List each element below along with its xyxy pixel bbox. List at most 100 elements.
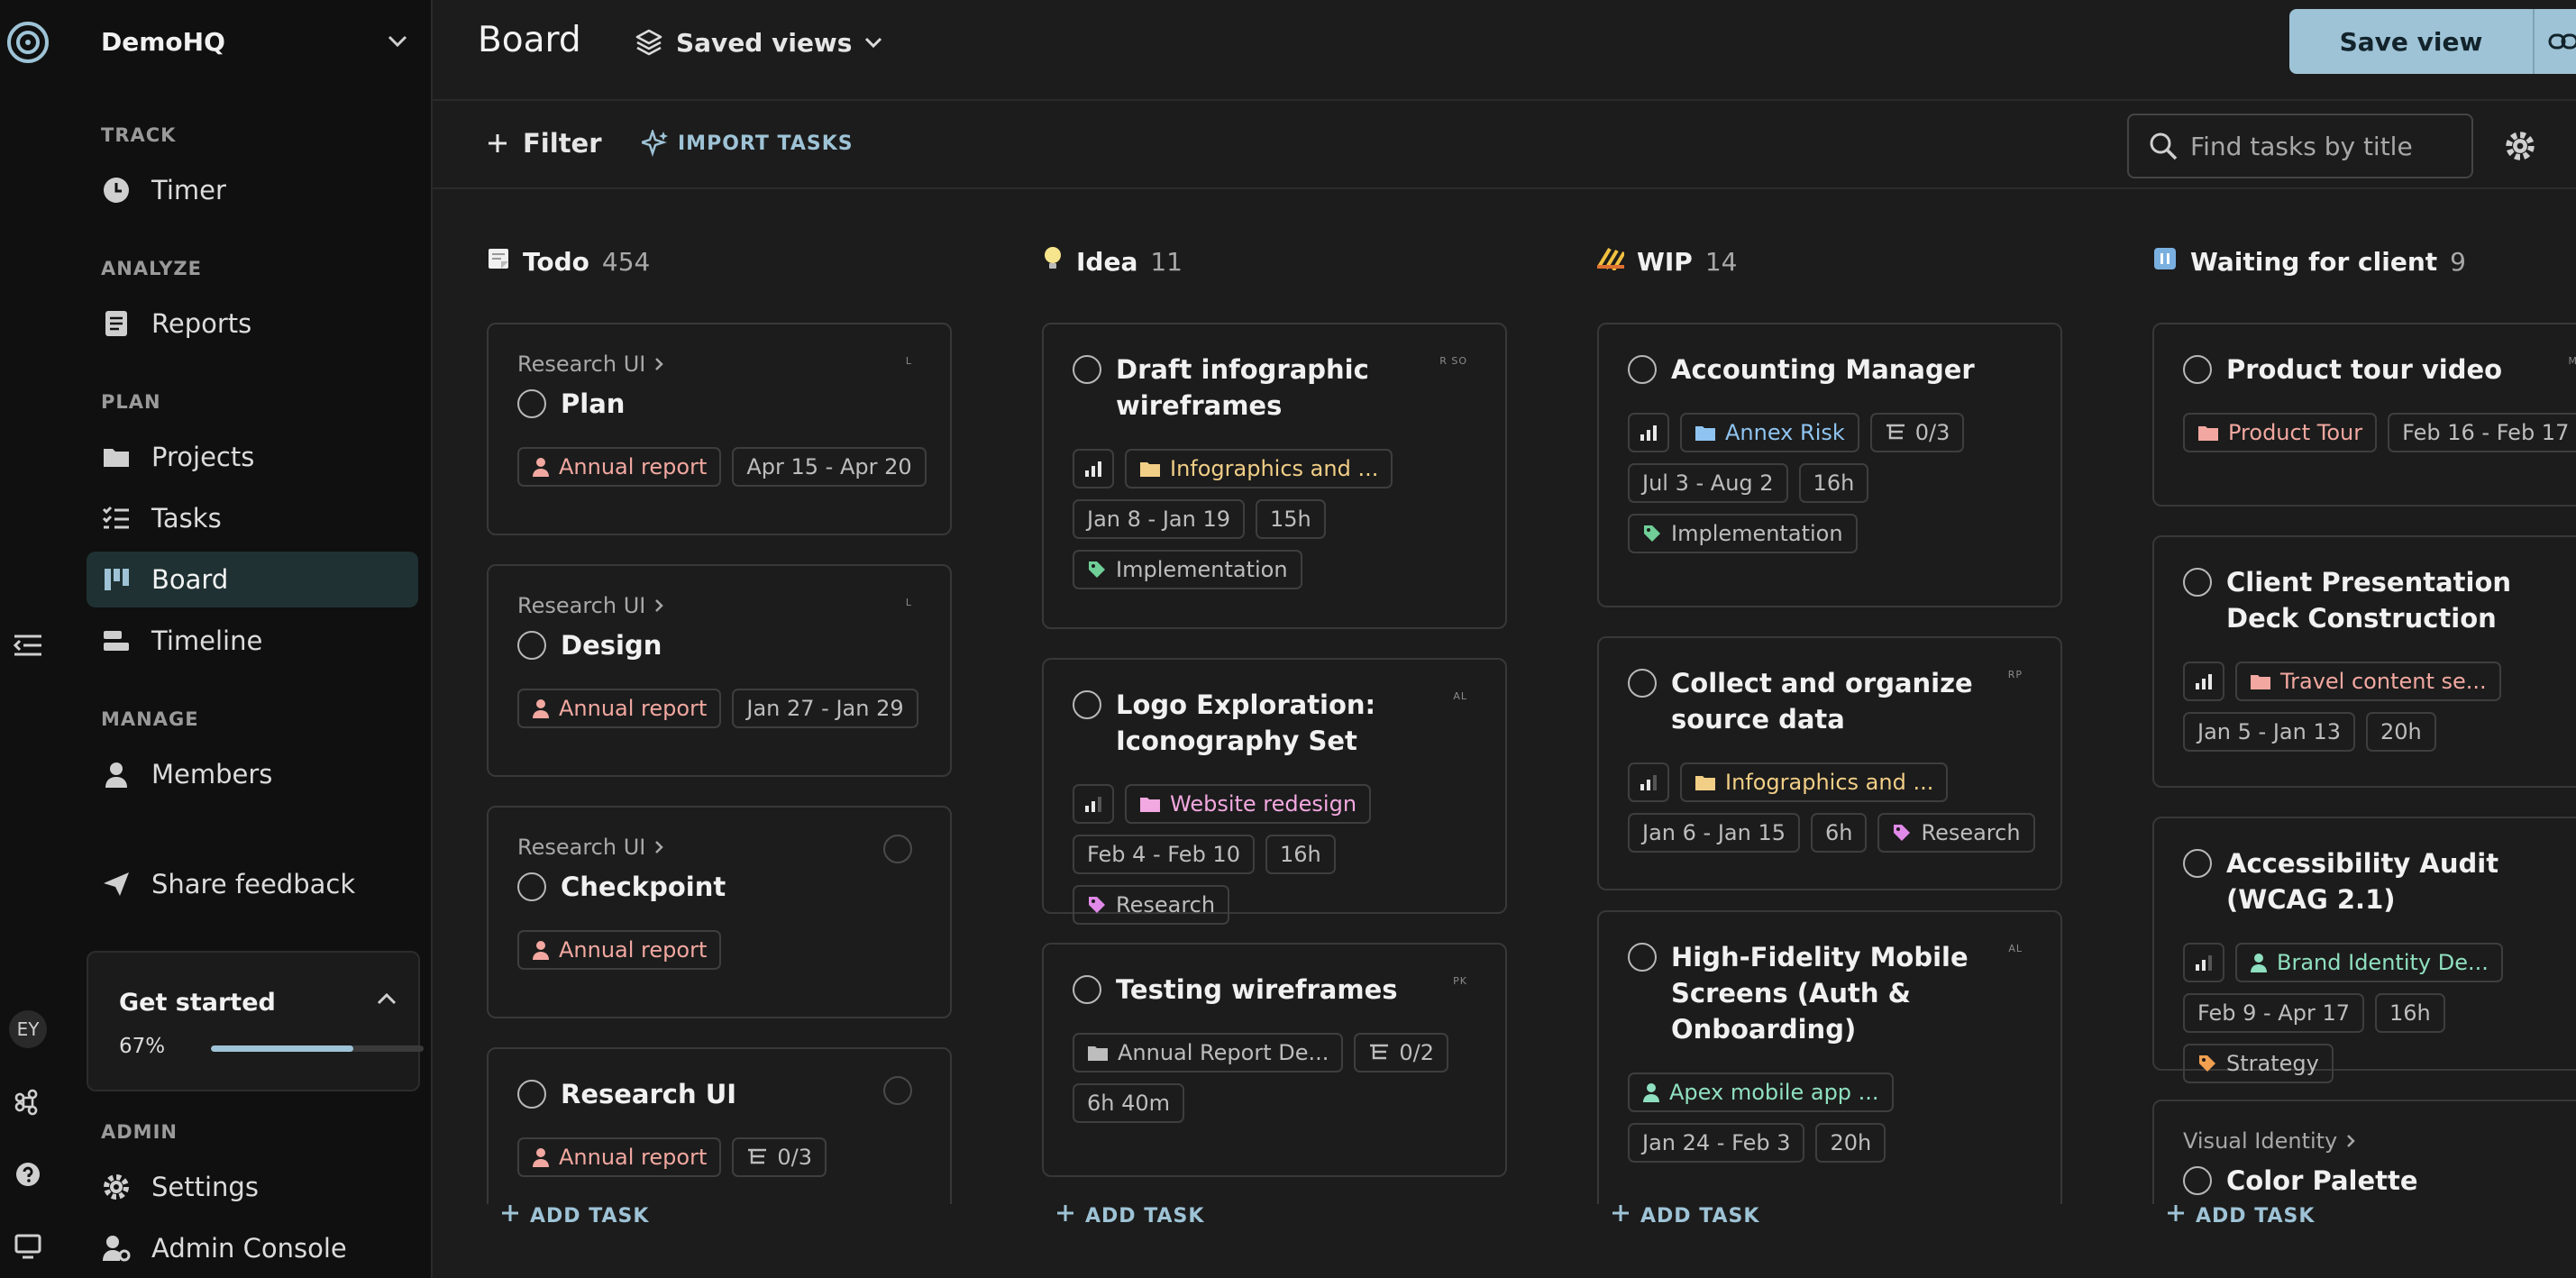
sidebar-item-timer[interactable]: Timer bbox=[87, 162, 418, 218]
help-icon[interactable] bbox=[9, 1155, 47, 1193]
collapse-sidebar-icon[interactable] bbox=[9, 626, 47, 664]
sidebar-item-timeline[interactable]: Timeline bbox=[87, 613, 418, 669]
chip-label: Infographics and ... bbox=[1725, 770, 1934, 795]
parent-task-link[interactable]: Research UI bbox=[517, 351, 664, 377]
sidebar-item-admin-console[interactable]: Admin Console bbox=[87, 1220, 418, 1276]
search-input[interactable] bbox=[2190, 131, 2461, 161]
person-icon bbox=[532, 698, 550, 718]
task-card[interactable]: Collect and organize source data RP Infogr… bbox=[1597, 636, 2062, 890]
complete-checkbox[interactable] bbox=[517, 872, 546, 901]
complete-checkbox[interactable] bbox=[2183, 849, 2212, 878]
board-icon bbox=[101, 564, 132, 595]
task-card[interactable]: Accessibility Audit (WCAG 2.1) Brand Iden… bbox=[2152, 817, 2576, 1083]
task-card[interactable]: Client Presentation Deck Construction Tra… bbox=[2152, 535, 2576, 788]
complete-checkbox[interactable] bbox=[1628, 943, 1657, 972]
task-card[interactable]: Visual Identity Color Palette Development bbox=[2152, 1100, 2576, 1204]
save-view-button-group: Save view bbox=[2289, 9, 2576, 74]
save-view-button[interactable]: Save view bbox=[2289, 9, 2535, 74]
parent-task-name: Research UI bbox=[517, 593, 646, 618]
complete-checkbox[interactable] bbox=[2183, 1166, 2212, 1195]
add-task-button[interactable]: ADD TASK bbox=[501, 1204, 649, 1228]
add-task-button[interactable]: ADD TASK bbox=[1056, 1204, 1204, 1228]
filter-button[interactable]: Filter bbox=[487, 128, 602, 159]
task-card[interactable]: Logo Exploration: Iconography Set AL Websi… bbox=[1042, 658, 1507, 925]
folder-chip: Annex Risk bbox=[1680, 413, 1859, 452]
parent-task-link[interactable]: Research UI bbox=[517, 593, 664, 618]
task-card[interactable]: Draft infographic wireframes R SO Infograp… bbox=[1042, 323, 1507, 629]
parent-task-link[interactable]: Research UI bbox=[517, 835, 664, 860]
task-title: Color Palette Development bbox=[2226, 1165, 2422, 1204]
sidebar-item-reports[interactable]: Reports bbox=[87, 296, 418, 351]
column-count: 454 bbox=[601, 246, 651, 277]
task-card[interactable]: Product tour video M Product Tour Feb 16 - … bbox=[2152, 323, 2576, 507]
sidebar-item-settings[interactable]: Settings bbox=[87, 1159, 418, 1215]
sidebar-item-tasks[interactable]: Tasks bbox=[87, 490, 418, 546]
clock-icon bbox=[101, 175, 132, 205]
saved-views-dropdown[interactable]: Saved views bbox=[635, 23, 882, 61]
tag-icon bbox=[2197, 1054, 2217, 1073]
task-card[interactable]: Research UI Annual report 0/3 bbox=[487, 1047, 952, 1204]
task-tags: Brand Identity De... Feb 9 - Apr 17 16h Str… bbox=[2183, 943, 2576, 1083]
subtask-chip: 0/3 bbox=[732, 1137, 827, 1177]
app-logo-icon[interactable] bbox=[5, 20, 50, 65]
task-title-row: Testing wireframes bbox=[1073, 972, 1398, 1008]
get-started-panel[interactable]: Get started 67% bbox=[87, 951, 424, 1091]
meta-chip: Jul 3 - Aug 2 bbox=[1628, 463, 1788, 503]
workspace-switcher[interactable]: DemoHQ bbox=[101, 23, 407, 59]
folder-icon bbox=[1139, 460, 1161, 478]
sidebar-item-label: Members bbox=[151, 759, 273, 790]
complete-checkbox[interactable] bbox=[517, 389, 546, 418]
import-tasks-button[interactable]: IMPORT TASKS bbox=[642, 130, 854, 157]
add-task-button[interactable]: ADD TASK bbox=[1612, 1204, 1759, 1228]
board-column-idea: Idea 11 Draft infographic wireframes R SO In… bbox=[1042, 191, 1507, 1278]
task-card[interactable]: Testing wireframes PK Annual Report De... 0… bbox=[1042, 943, 1507, 1177]
task-tags: Apex mobile app ... Jan 24 - Feb 3 20h bbox=[1628, 1073, 2039, 1163]
tag-chip: Research bbox=[1073, 885, 1230, 925]
user-avatar[interactable]: EY bbox=[9, 1010, 47, 1048]
chevron-up-icon[interactable] bbox=[377, 992, 397, 1005]
assignee-avatar[interactable] bbox=[883, 1076, 912, 1105]
link-icon[interactable] bbox=[2535, 9, 2576, 74]
task-search[interactable] bbox=[2127, 114, 2473, 178]
complete-checkbox[interactable] bbox=[517, 631, 546, 660]
complete-checkbox[interactable] bbox=[2183, 568, 2212, 597]
complete-checkbox[interactable] bbox=[1628, 669, 1657, 698]
board-settings-button[interactable] bbox=[2504, 130, 2536, 166]
chevron-down-icon bbox=[865, 37, 882, 48]
complete-checkbox[interactable] bbox=[1073, 690, 1101, 719]
plus-icon bbox=[2167, 1204, 2185, 1228]
chip-label: 6h bbox=[1824, 820, 1853, 845]
sidebar-item-label: Timer bbox=[151, 175, 226, 205]
task-card[interactable]: High-Fidelity Mobile Screens (Auth & Onb… bbox=[1597, 910, 2062, 1204]
chip-label: Jan 27 - Jan 29 bbox=[746, 696, 904, 721]
complete-checkbox[interactable] bbox=[1628, 355, 1657, 384]
page-title: Board bbox=[478, 20, 581, 60]
sidebar-item-board[interactable]: Board bbox=[87, 552, 418, 607]
complete-checkbox[interactable] bbox=[2183, 355, 2212, 384]
sidebar-item-projects[interactable]: Projects bbox=[87, 429, 418, 485]
sidebar-item-share-feedback[interactable]: Share feedback bbox=[87, 856, 418, 912]
subtask-chip: 0/3 bbox=[1869, 413, 1965, 452]
task-card[interactable]: Research UI Checkpoint Annual report bbox=[487, 806, 952, 1018]
layers-icon bbox=[635, 29, 662, 56]
command-icon[interactable] bbox=[9, 1083, 47, 1121]
complete-checkbox[interactable] bbox=[1073, 975, 1101, 1004]
memo-icon bbox=[487, 247, 510, 277]
task-card[interactable]: Research UI Design L Annual report Jan 27 - … bbox=[487, 564, 952, 777]
parent-task-link[interactable]: Visual Identity bbox=[2183, 1128, 2356, 1154]
task-title: Accounting Manager bbox=[1671, 354, 1975, 385]
complete-checkbox[interactable] bbox=[517, 1080, 546, 1109]
assignee-avatar[interactable] bbox=[883, 835, 912, 863]
complete-checkbox[interactable] bbox=[1073, 355, 1101, 384]
task-tags: Annual report Jan 27 - Jan 29 bbox=[517, 689, 928, 728]
filter-label: Filter bbox=[523, 128, 602, 159]
tag-icon bbox=[1642, 524, 1662, 543]
sidebar-item-members[interactable]: Members bbox=[87, 746, 418, 802]
desktop-icon[interactable] bbox=[9, 1228, 47, 1265]
column-cards: Accounting Manager Annex Risk 0/3 Jul 3 - A… bbox=[1597, 323, 2062, 1204]
add-task-button[interactable]: ADD TASK bbox=[2167, 1204, 2315, 1228]
assignee-initials: M bbox=[2568, 355, 2576, 367]
task-card[interactable]: Accounting Manager Annex Risk 0/3 Jul 3 - A… bbox=[1597, 323, 2062, 607]
task-card[interactable]: Research UI Plan L Annual report Apr 15 - Ap… bbox=[487, 323, 952, 535]
lightbulb-icon bbox=[1042, 246, 1064, 278]
